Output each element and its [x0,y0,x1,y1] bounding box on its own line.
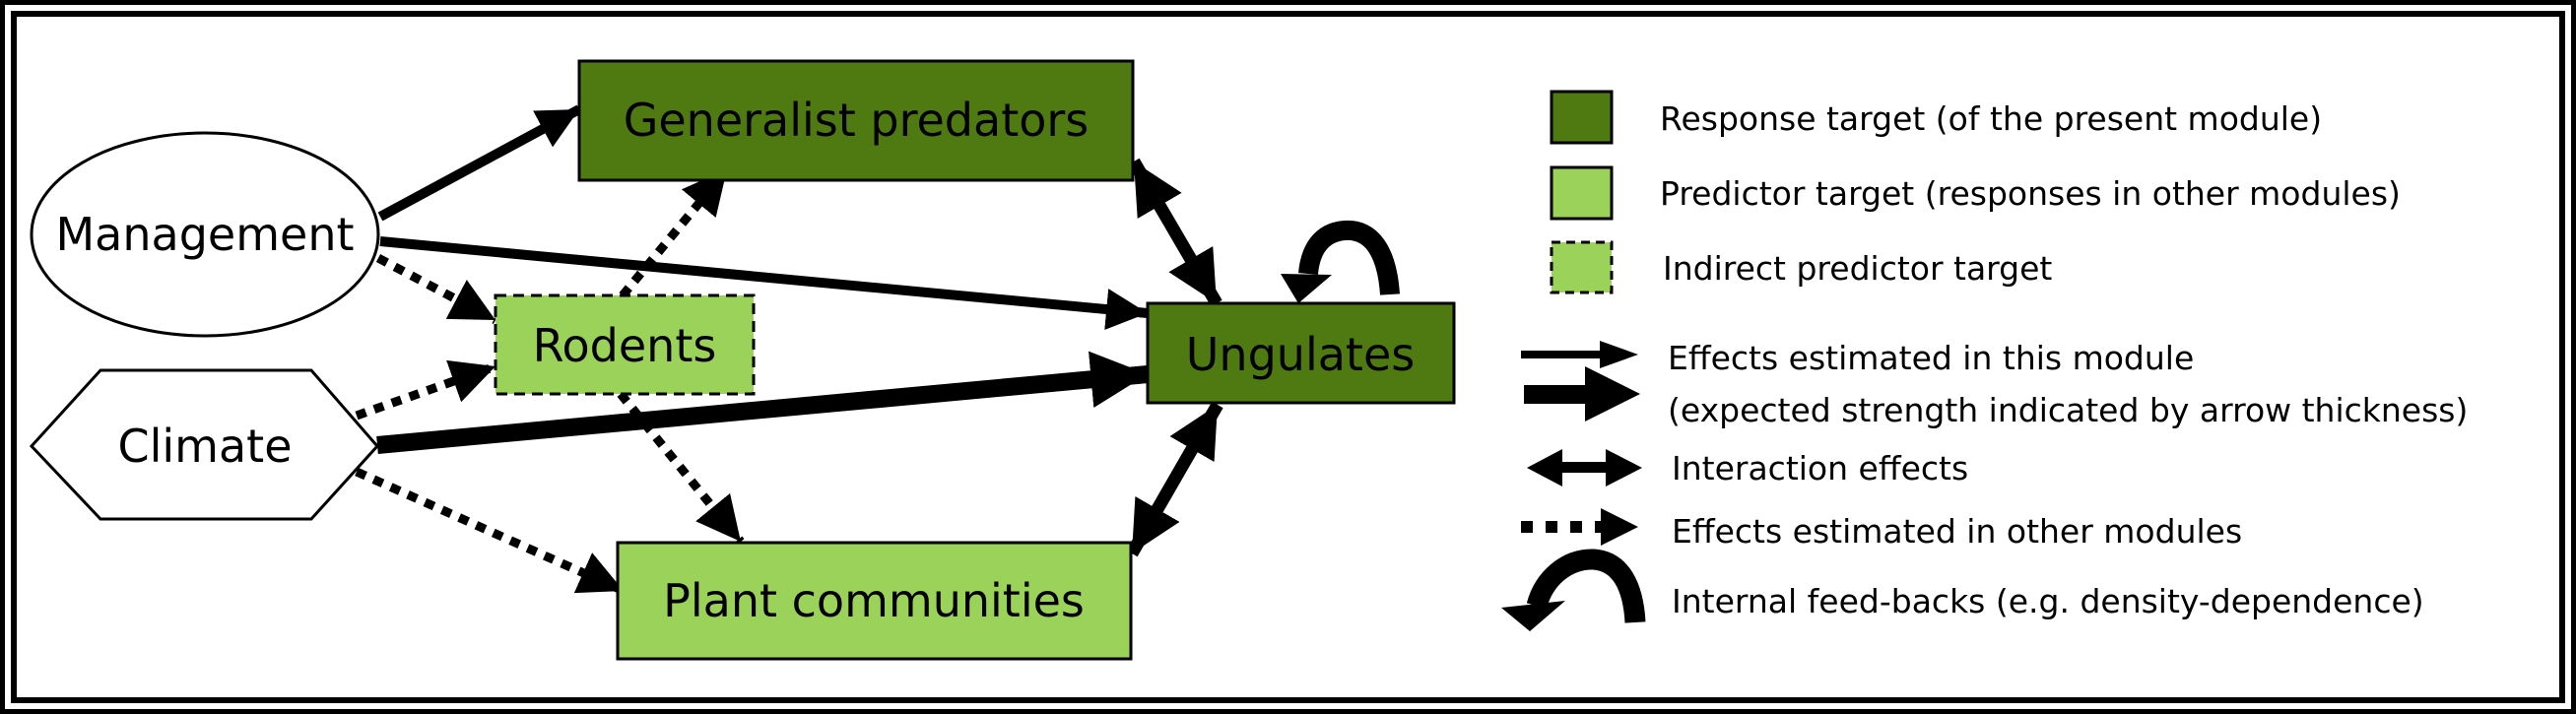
legend-item-effects-other-modules: Effects estimated in other modules [1521,508,2242,551]
legend-item-response-target: Response target (of the present module) [1550,90,2322,145]
node-ungulates-label: Ungulates [1186,328,1415,381]
dotted-arrow-icon [1521,508,1638,546]
diagram-canvas: Management Climate Generalist predators … [29,59,2468,661]
legend: Response target (of the present module) … [1501,90,2468,631]
legend-item-predictor-target: Predictor target (responses in other mod… [1550,165,2401,221]
thin-arrow-icon [1521,341,1638,368]
node-generalist-predators-label: Generalist predators [624,94,1090,147]
node-management-label: Management [55,208,354,261]
edge-predators-ungulates-interaction [1128,158,1222,307]
edge-climate-to-ungulates [376,351,1149,454]
legend-item-interaction-effects: Interaction effects [1527,449,1968,487]
thick-arrow-icon [1524,366,1640,422]
legend-swatch-light-green [1550,165,1614,221]
legend-label-response-target: Response target (of the present module) [1660,99,2322,138]
legend-label-internal-feedbacks: Internal feed-backs (e.g. density-depend… [1672,582,2424,620]
node-ungulates[interactable]: Ungulates [1146,301,1456,405]
legend-label-effects-this-module: Effects estimated in this module [1668,339,2194,377]
legend-label-predictor-target: Predictor target (responses in other mod… [1660,174,2401,213]
edge-climate-to-plants [355,467,626,596]
legend-swatch-dark-green [1550,90,1614,145]
feedback-curve-arrow-icon [1501,549,1646,631]
double-arrow-icon [1527,449,1642,487]
node-rodents-label: Rodents [533,319,717,372]
node-plant-communities-label: Plant communities [663,574,1085,627]
edge-management-to-rodents [375,254,498,324]
node-climate-label: Climate [117,420,292,473]
legend-label-effects-other-modules: Effects estimated in other modules [1672,512,2242,551]
node-climate[interactable]: Climate [29,368,380,521]
legend-item-indirect-predictor-target: Indirect predictor target [1550,240,2052,294]
legend-label-interaction-effects: Interaction effects [1672,449,1968,487]
legend-label-indirect-predictor-target: Indirect predictor target [1663,249,2052,288]
legend-item-effects-this-module: Effects estimated in this module (expect… [1521,339,2468,429]
legend-label-strength-note: (expected strength indicated by arrow th… [1668,391,2468,429]
node-plant-communities[interactable]: Plant communities [616,541,1133,661]
legend-item-internal-feedbacks: Internal feed-backs (e.g. density-depend… [1501,549,2424,631]
node-generalist-predators[interactable]: Generalist predators [577,59,1135,182]
ungulates-feedback-loop-icon [1281,220,1400,303]
edge-management-to-predators [377,104,582,222]
node-rodents[interactable]: Rodents [494,293,756,396]
edge-climate-to-rodents [355,359,497,421]
edge-plants-ungulates-interaction [1126,401,1223,557]
legend-swatch-light-green-dashed [1550,240,1614,294]
node-management[interactable]: Management [30,131,380,338]
edge-management-to-ungulates [379,236,1149,330]
